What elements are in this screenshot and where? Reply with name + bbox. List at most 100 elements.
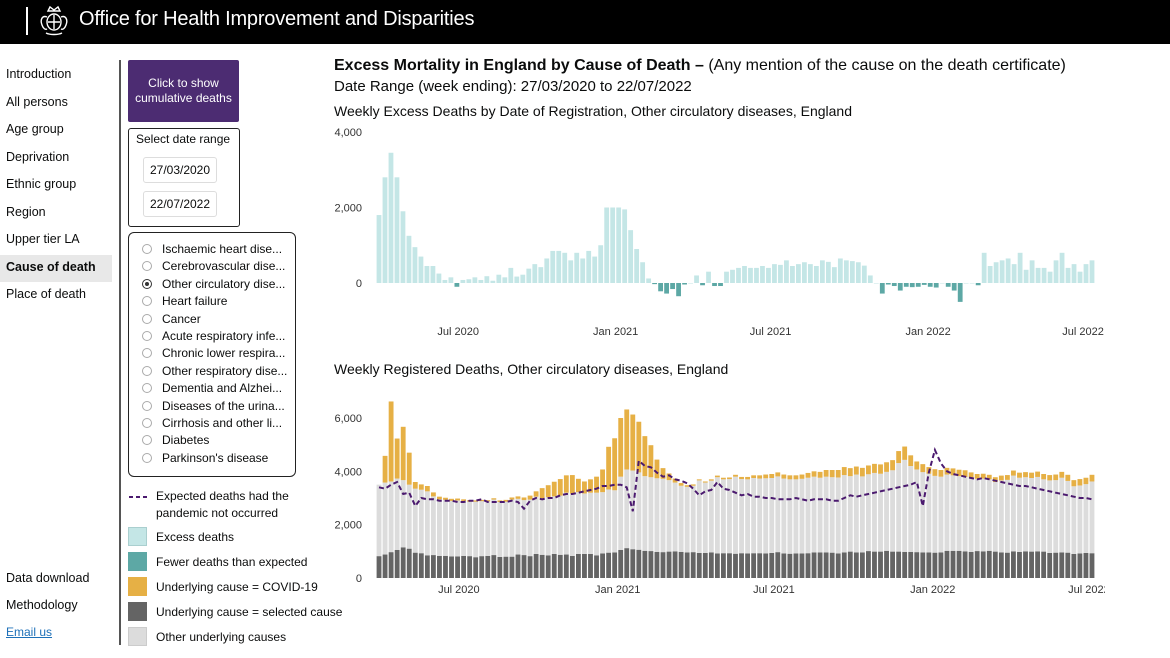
radio-option[interactable]: Cirrhosis and other li... <box>142 415 294 432</box>
bar <box>1005 258 1011 283</box>
bar <box>843 260 849 283</box>
email-us-link[interactable]: Email us <box>6 625 52 639</box>
bar-segment <box>841 467 847 476</box>
radio-option[interactable]: Dementia and Alzhei... <box>142 380 294 397</box>
bar-segment <box>1059 471 1065 478</box>
radio-button[interactable] <box>142 331 152 341</box>
radio-option[interactable]: Other respiratory dise... <box>142 363 294 380</box>
start-date-input[interactable]: 27/03/2020 <box>143 157 217 183</box>
nav-item-ethnic-group[interactable]: Ethnic group <box>0 172 112 200</box>
radio-button[interactable] <box>142 365 152 376</box>
bar-segment <box>1017 551 1022 578</box>
radio-button[interactable] <box>142 452 152 463</box>
radio-option[interactable]: Acute respiratory infe... <box>142 328 294 345</box>
bar-segment <box>872 472 877 552</box>
radio-button[interactable] <box>142 435 152 446</box>
bar-segment <box>878 464 883 474</box>
bar-segment <box>545 485 551 498</box>
nav-item-upper-tier-la[interactable]: Upper tier LA <box>0 227 112 255</box>
bar-segment <box>575 478 581 493</box>
legend-label: Underlying cause = selected cause <box>156 605 343 619</box>
bar <box>790 266 795 283</box>
radio-button-selected[interactable] <box>142 278 152 289</box>
bar-segment <box>811 476 817 553</box>
bar-segment <box>497 502 503 557</box>
nav-item-place-of-death[interactable]: Place of death <box>0 282 112 310</box>
radio-option[interactable]: Cerebrovascular dise... <box>142 258 294 275</box>
radio-button[interactable] <box>142 383 152 394</box>
bar-segment <box>503 501 509 557</box>
bar-segment <box>424 555 430 578</box>
bar-segment <box>992 551 998 578</box>
bar-segment <box>666 551 672 578</box>
bar-segment <box>702 552 708 578</box>
radio-option[interactable]: Other circulatory dise... <box>142 276 294 293</box>
bar-segment <box>437 555 442 578</box>
end-date-input[interactable]: 22/07/2022 <box>143 191 217 217</box>
radio-option[interactable]: Cancer <box>142 311 294 328</box>
bar-segment <box>618 550 624 578</box>
bar <box>514 276 520 283</box>
bar <box>957 283 963 302</box>
radio-option[interactable]: Chronic lower respira... <box>142 345 294 362</box>
nav-item-methodology[interactable]: Methodology <box>0 593 112 620</box>
bar-segment <box>739 476 744 480</box>
radio-label: Ischaemic heart dise... <box>162 242 283 256</box>
bar-segment <box>594 555 599 578</box>
nav-item-deprivation[interactable]: Deprivation <box>0 145 112 173</box>
bar-segment <box>394 478 400 550</box>
legend-label: Excess deaths <box>156 530 235 544</box>
bar-segment <box>1071 554 1077 578</box>
radio-option[interactable]: Diseases of the urina... <box>142 398 294 415</box>
nav-item-region[interactable]: Region <box>0 200 112 228</box>
bar-segment <box>606 446 612 490</box>
radio-button[interactable] <box>142 418 152 428</box>
bar <box>652 283 658 285</box>
radio-option[interactable]: Heart failure <box>142 293 294 310</box>
bar-segment <box>811 471 817 477</box>
bar-segment <box>696 479 702 481</box>
radio-button[interactable] <box>142 261 152 272</box>
bar <box>490 280 496 283</box>
nav-item-cause-of-death[interactable]: Cause of death <box>0 254 112 282</box>
bar-segment <box>998 552 1004 578</box>
radio-button[interactable] <box>142 348 152 359</box>
y-tick-label: 6,000 <box>334 413 362 425</box>
x-tick-label: Jul 2020 <box>437 326 479 338</box>
bar-segment <box>920 552 926 578</box>
bar-segment <box>986 479 992 551</box>
radio-button[interactable] <box>142 400 152 411</box>
nav-item-age-group[interactable]: Age group <box>0 117 112 145</box>
bar-segment <box>878 473 883 552</box>
bar-segment <box>443 555 448 578</box>
radio-button[interactable] <box>142 296 152 307</box>
bar-segment <box>902 446 908 460</box>
cumulative-deaths-button[interactable]: Click to show cumulative deaths <box>128 60 239 122</box>
bar-segment <box>557 554 563 578</box>
bar <box>694 275 699 283</box>
nav-item-introduction[interactable]: Introduction <box>0 62 112 90</box>
bar <box>921 283 927 285</box>
bar-segment <box>624 409 630 470</box>
x-tick-label: Jan 2022 <box>905 326 950 338</box>
nav-item-all-persons[interactable]: All persons <box>0 90 112 118</box>
radio-option[interactable]: Parkinson's disease <box>142 450 294 467</box>
bar <box>616 207 622 283</box>
bar <box>837 258 843 283</box>
nav-item-data-download[interactable]: Data download <box>0 566 112 593</box>
bar-segment <box>660 478 666 553</box>
radio-option[interactable]: Diabetes <box>142 432 294 449</box>
radio-option[interactable]: Ischaemic heart dise... <box>142 241 294 258</box>
bar-segment <box>896 463 902 552</box>
bar <box>688 283 693 284</box>
bar <box>969 283 975 284</box>
bar-segment <box>1041 551 1047 578</box>
bar <box>700 283 705 286</box>
radio-button[interactable] <box>142 244 152 254</box>
legend-label: Underlying cause = COVID-19 <box>156 580 318 594</box>
bar <box>442 279 448 283</box>
bar <box>640 262 646 283</box>
bar-segment <box>956 550 962 578</box>
radio-button[interactable] <box>142 313 152 324</box>
bar <box>730 269 735 283</box>
